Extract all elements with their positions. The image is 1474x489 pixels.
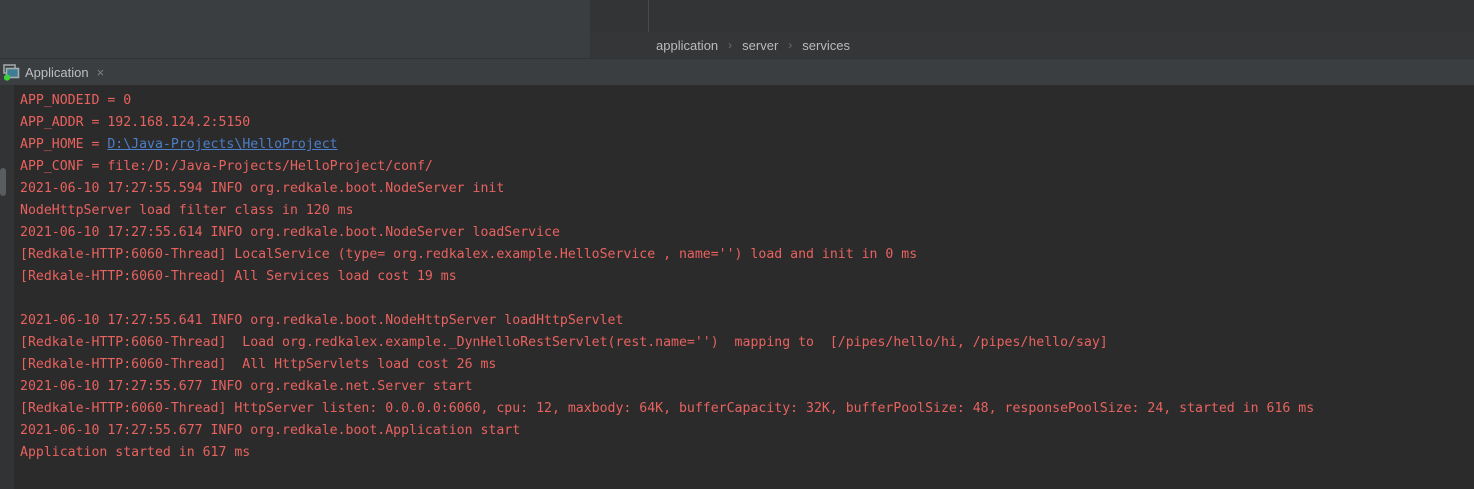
console-output[interactable]: APP_NODEID = 0 APP_ADDR = 192.168.124.2:5… <box>0 85 1474 489</box>
log-line: APP_ADDR = 192.168.124.2:5150 <box>20 112 1474 134</box>
log-line: Application started in 617 ms <box>20 442 1474 464</box>
ide-window: application › server › services Applicat… <box>0 0 1474 489</box>
log-text: 2021-06-10 17:27:55.677 INFO org.redkale… <box>20 379 473 394</box>
scrollbar-thumb[interactable] <box>0 168 6 196</box>
log-text: 2021-06-10 17:27:55.594 INFO org.redkale… <box>20 181 504 196</box>
close-icon[interactable]: × <box>97 66 105 79</box>
breadcrumb-item-application[interactable]: application <box>656 38 718 53</box>
log-text: APP_ADDR = 192.168.124.2:5150 <box>20 115 250 130</box>
log-text: [Redkale-HTTP:6060-Thread] HttpServer li… <box>20 401 1314 416</box>
log-text: 2021-06-10 17:27:55.614 INFO org.redkale… <box>20 225 560 240</box>
breadcrumb: application › server › services <box>590 32 1474 58</box>
log-text: APP_NODEID = 0 <box>20 93 131 108</box>
log-line: APP_NODEID = 0 <box>20 90 1474 112</box>
log-line: 2021-06-10 17:27:55.594 INFO org.redkale… <box>20 178 1474 200</box>
log-text: [Redkale-HTTP:6060-Thread] All Services … <box>20 269 457 284</box>
editor-pane-right: application › server › services <box>590 0 1474 58</box>
log-line: [Redkale-HTTP:6060-Thread] LocalService … <box>20 244 1474 266</box>
chevron-right-icon: › <box>788 38 792 52</box>
log-text: 2021-06-10 17:27:55.641 INFO org.redkale… <box>20 313 623 328</box>
log-lines: APP_NODEID = 0 APP_ADDR = 192.168.124.2:5… <box>20 90 1474 464</box>
log-line: 2021-06-10 17:27:55.614 INFO org.redkale… <box>20 222 1474 244</box>
tab-label: Application <box>25 65 89 80</box>
log-line: APP_HOME = D:\Java-Projects\HelloProject <box>20 134 1474 156</box>
run-tool-window-tab-bar: Application × <box>0 58 1474 85</box>
file-path-link[interactable]: D:\Java-Projects\HelloProject <box>107 137 337 152</box>
log-line: 2021-06-10 17:27:55.677 INFO org.redkale… <box>20 420 1474 442</box>
log-text: APP_HOME = <box>20 137 107 152</box>
log-text: APP_CONF = file:/D:/Java-Projects/HelloP… <box>20 159 433 174</box>
editor-top-strip: application › server › services <box>0 0 1474 58</box>
console-run-icon <box>3 64 20 81</box>
pane-divider <box>648 0 649 32</box>
log-line <box>20 288 1474 310</box>
log-line: [Redkale-HTTP:6060-Thread] Load org.redk… <box>20 332 1474 354</box>
breadcrumb-item-server[interactable]: server <box>742 38 778 53</box>
tab-application[interactable]: Application × <box>0 59 112 85</box>
log-line: NodeHttpServer load filter class in 120 … <box>20 200 1474 222</box>
log-line: [Redkale-HTTP:6060-Thread] HttpServer li… <box>20 398 1474 420</box>
log-text: 2021-06-10 17:27:55.677 INFO org.redkale… <box>20 423 520 438</box>
log-line: APP_CONF = file:/D:/Java-Projects/HelloP… <box>20 156 1474 178</box>
chevron-right-icon: › <box>728 38 732 52</box>
editor-pane-left <box>0 0 590 58</box>
log-text: [Redkale-HTTP:6060-Thread] Load org.redk… <box>20 335 1108 350</box>
log-text: NodeHttpServer load filter class in 120 … <box>20 203 353 218</box>
log-line: [Redkale-HTTP:6060-Thread] All HttpServl… <box>20 354 1474 376</box>
breadcrumb-item-services[interactable]: services <box>802 38 850 53</box>
log-line: [Redkale-HTTP:6060-Thread] All Services … <box>20 266 1474 288</box>
log-line: 2021-06-10 17:27:55.641 INFO org.redkale… <box>20 310 1474 332</box>
log-text: Application started in 617 ms <box>20 445 250 460</box>
log-text: [Redkale-HTTP:6060-Thread] LocalService … <box>20 247 917 262</box>
editor-pane-right-top <box>590 0 1474 32</box>
log-line: 2021-06-10 17:27:55.677 INFO org.redkale… <box>20 376 1474 398</box>
console-gutter <box>0 85 14 489</box>
log-text: [Redkale-HTTP:6060-Thread] All HttpServl… <box>20 357 496 372</box>
